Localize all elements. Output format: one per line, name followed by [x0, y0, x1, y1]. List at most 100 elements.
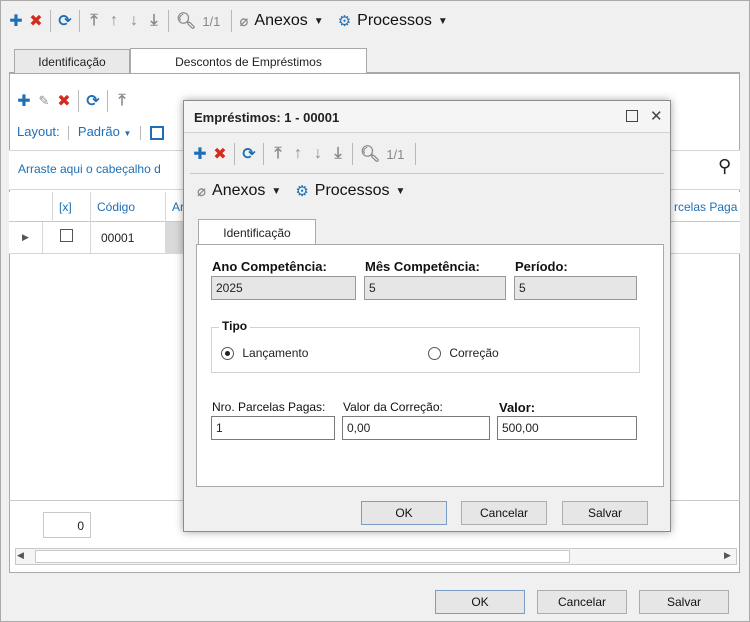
- search-icon[interactable]: ⚲: [718, 156, 731, 177]
- search-icon[interactable]: 🔍︎: [173, 9, 199, 33]
- ano-competencia-field[interactable]: 2025: [211, 276, 356, 300]
- anexos-label: Anexos: [212, 182, 266, 199]
- dialog-cancel-button[interactable]: Cancelar: [461, 501, 547, 525]
- radio-label: Lançamento: [242, 346, 309, 360]
- toolbar-separator: [352, 143, 353, 165]
- ano-competencia-label: Ano Competência:: [212, 259, 327, 274]
- toolbar-separator: [79, 10, 80, 32]
- columns-chooser-icon[interactable]: [149, 125, 164, 140]
- previous-record-icon[interactable]: ↑: [104, 9, 124, 33]
- chevron-down-icon: ▼: [271, 185, 282, 197]
- cancel-button[interactable]: Cancelar: [537, 590, 627, 614]
- parcelas-pagas-label: Nro. Parcelas Pagas:: [212, 400, 326, 414]
- toolbar-separator: [78, 90, 79, 112]
- delete-icon[interactable]: ✖: [210, 142, 230, 166]
- emprestimo-dialog: Empréstimos: 1 - 00001 ✕ ✚ ✖ ⟳ ⤒ ↑ ↓ ⤓ 🔍…: [183, 100, 671, 532]
- radio-correcao[interactable]: Correção: [428, 346, 499, 361]
- search-icon[interactable]: 🔍︎: [357, 142, 383, 166]
- radio-selected-icon: [221, 347, 234, 361]
- edit-icon[interactable]: ✎: [34, 89, 54, 113]
- add-icon[interactable]: ✚: [14, 89, 34, 113]
- toolbar-separator: [140, 125, 141, 140]
- ok-button[interactable]: OK: [435, 590, 525, 614]
- delete-icon[interactable]: ✖: [54, 89, 74, 113]
- first-record-icon[interactable]: ⤒: [112, 89, 132, 113]
- tipo-label: Tipo: [219, 319, 251, 333]
- layout-value: Padrão: [77, 124, 120, 139]
- last-record-icon[interactable]: ⤓: [144, 9, 164, 33]
- scroll-right-icon[interactable]: ▶: [724, 550, 731, 561]
- periodo-field[interactable]: 5: [514, 276, 637, 300]
- grid-toolbar: ✚ ✎ ✖ ⟳ ⤒: [14, 88, 132, 114]
- main-toolbar: ✚ ✖ ⟳ ⤒ ↑ ↓ ⤓ 🔍︎ 1/1 ⌀ Anexos ▼ ⚙ Proces…: [6, 8, 451, 34]
- column-header-ar[interactable]: Ar: [165, 192, 185, 222]
- valor-correcao-field[interactable]: 0,00: [342, 416, 490, 440]
- anexos-menu[interactable]: ⌀ Anexos ▼: [194, 179, 284, 203]
- column-header-select[interactable]: [x]: [52, 192, 92, 222]
- valor-correcao-label: Valor da Correção:: [343, 400, 443, 414]
- tab-label: Identificação: [38, 54, 106, 69]
- dialog-tab-identificacao[interactable]: Identificação: [198, 219, 316, 245]
- paperclip-icon: ⌀: [197, 183, 207, 200]
- gear-icon: ⚙: [295, 183, 309, 200]
- page-counter: 1/1: [202, 13, 221, 29]
- delete-icon[interactable]: ✖: [26, 9, 46, 33]
- chevron-down-icon: ▼: [437, 15, 448, 27]
- dialog-title-bar: Empréstimos: 1 - 00001 ✕: [184, 101, 670, 133]
- toolbar-separator: [50, 10, 51, 32]
- last-record-icon[interactable]: ⤓: [328, 142, 348, 166]
- toolbar-separator: [234, 143, 235, 165]
- column-header-codigo[interactable]: Código: [90, 192, 165, 222]
- layout-selector[interactable]: Layout: Padrão ▼: [17, 124, 164, 140]
- scrollbar-thumb[interactable]: [35, 550, 570, 563]
- footer-count: 0: [43, 512, 91, 538]
- chevron-down-icon: ▼: [123, 129, 132, 138]
- page-counter: 1/1: [386, 146, 405, 162]
- toolbar-separator: [415, 143, 417, 165]
- tab-descontos-emprestimos[interactable]: Descontos de Empréstimos: [130, 48, 367, 74]
- dialog-ok-button[interactable]: OK: [361, 501, 447, 525]
- gear-icon: ⚙: [337, 13, 352, 30]
- dialog-save-button[interactable]: Salvar: [562, 501, 648, 525]
- dialog-title: Empréstimos: 1 - 00001: [194, 110, 340, 125]
- refresh-icon[interactable]: ⟳: [239, 142, 259, 166]
- radio-lancamento[interactable]: Lançamento: [221, 346, 309, 361]
- dialog-toolbar: ✚ ✖ ⟳ ⤒ ↑ ↓ ⤓ 🔍︎ 1/1: [190, 141, 420, 167]
- first-record-icon[interactable]: ⤒: [268, 142, 288, 166]
- toolbar-divider: [190, 173, 664, 174]
- save-button[interactable]: Salvar: [639, 590, 729, 614]
- radio-label: Correção: [449, 346, 499, 360]
- next-record-icon[interactable]: ↓: [308, 142, 328, 166]
- parcelas-pagas-field[interactable]: 1: [211, 416, 335, 440]
- processos-label: Processos: [357, 12, 432, 29]
- add-icon[interactable]: ✚: [6, 9, 26, 33]
- processos-menu[interactable]: ⚙ Processos ▼: [335, 9, 451, 33]
- processos-label: Processos: [314, 182, 390, 199]
- add-icon[interactable]: ✚: [190, 142, 210, 166]
- processos-menu[interactable]: ⚙ Processos ▼: [292, 179, 408, 203]
- column-header-parcelas[interactable]: rcelas Paga: [670, 192, 740, 222]
- mes-competencia-field[interactable]: 5: [364, 276, 506, 300]
- tab-identificacao[interactable]: Identificação: [14, 49, 130, 73]
- next-record-icon[interactable]: ↓: [124, 9, 144, 33]
- toolbar-separator: [68, 125, 70, 140]
- previous-record-icon[interactable]: ↑: [288, 142, 308, 166]
- chevron-down-icon: ▼: [313, 15, 324, 27]
- refresh-icon[interactable]: ⟳: [55, 9, 75, 33]
- close-icon[interactable]: ✕: [650, 107, 663, 125]
- first-record-icon[interactable]: ⤒: [84, 9, 104, 33]
- row-select-checkbox[interactable]: [60, 229, 73, 245]
- layout-label: Layout:: [17, 124, 60, 139]
- grid-line: [90, 222, 91, 254]
- group-hint: Arraste aqui o cabeçalho d: [18, 162, 161, 176]
- cell-codigo: 00001: [101, 231, 135, 245]
- mes-competencia-label: Mês Competência:: [365, 259, 480, 274]
- scroll-left-icon[interactable]: ◀: [17, 550, 24, 561]
- refresh-icon[interactable]: ⟳: [83, 89, 103, 113]
- chevron-down-icon: ▼: [395, 185, 406, 197]
- maximize-icon[interactable]: [626, 110, 638, 122]
- valor-field[interactable]: 500,00: [497, 416, 637, 440]
- anexos-menu[interactable]: ⌀ Anexos ▼: [236, 9, 326, 33]
- cell-selected: [165, 222, 185, 254]
- tab-label: Descontos de Empréstimos: [175, 54, 322, 69]
